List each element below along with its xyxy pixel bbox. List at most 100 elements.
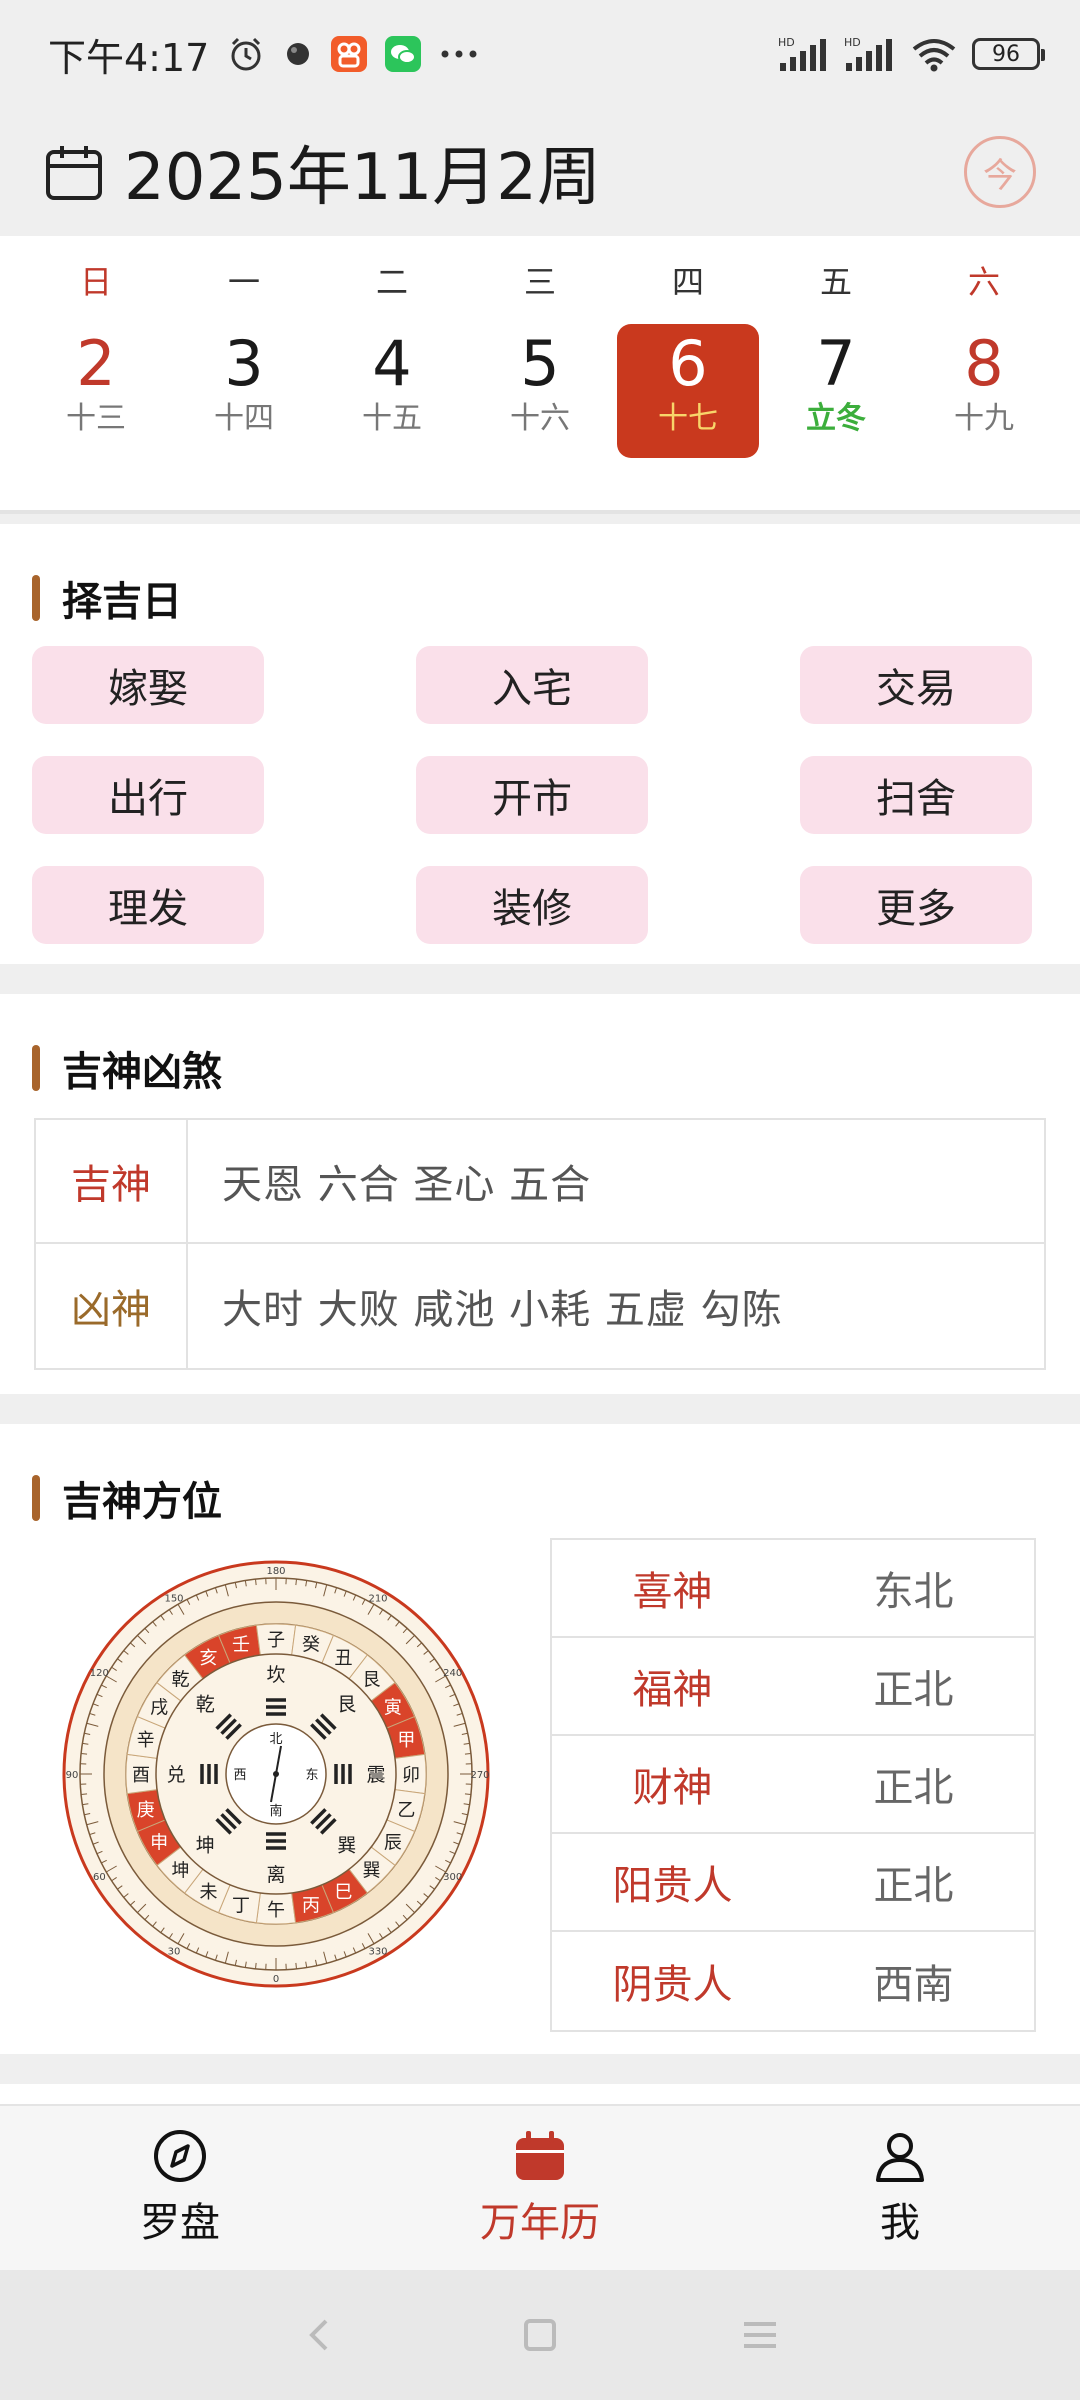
day-cell[interactable]: 2 十三 xyxy=(22,324,170,458)
signal-2-icon: HD xyxy=(844,35,896,73)
god-direction: 正北 xyxy=(873,1863,954,1909)
pick-button-renovation[interactable]: 装修 xyxy=(416,866,648,944)
page-title[interactable]: 2025年11月2周 xyxy=(124,126,601,218)
weekday-tue: 二 xyxy=(375,263,408,301)
compass-direction-label: 北 xyxy=(269,1732,282,1747)
compass-mountain-label: 乾 xyxy=(172,1670,190,1691)
compass-mountain-label: 丙 xyxy=(302,1895,320,1916)
compass-mountain-label: 戌 xyxy=(150,1698,168,1719)
weekday-wed: 三 xyxy=(523,263,556,301)
compass-icon: 0306090120150180210240270300330午丁未坤申庚酉辛戌… xyxy=(62,1560,490,1988)
compass-trigram-label: 艮 xyxy=(337,1693,356,1715)
compass-degree-label: 300 xyxy=(443,1872,462,1883)
compass-degree-label: 0 xyxy=(273,1974,279,1985)
day-cell[interactable]: 5 十六 xyxy=(466,324,614,458)
gods-section: 吉神凶煞 吉神 天恩 六合 圣心 五合 凶神 大时 大败 咸池 小耗 五虚 勾陈 xyxy=(0,994,1080,1394)
compass-mountain-label: 亥 xyxy=(200,1648,218,1669)
god-name: 阴贵人 xyxy=(612,1962,733,2008)
compass-mountain-label: 乙 xyxy=(397,1800,415,1821)
menu-icon[interactable] xyxy=(740,2315,780,2355)
pick-button-trade[interactable]: 交易 xyxy=(800,646,1032,724)
day-number: 6 xyxy=(668,327,708,400)
compass-mountain-label: 丑 xyxy=(335,1648,353,1669)
home-icon[interactable] xyxy=(520,2315,560,2355)
title-accent-bar xyxy=(32,575,40,621)
compass-degree-label: 210 xyxy=(368,1593,387,1604)
compass-degree-label: 270 xyxy=(470,1770,489,1781)
compass-tick xyxy=(295,1962,297,1969)
pick-button-more[interactable]: 更多 xyxy=(800,866,1032,944)
day-cell-selected[interactable]: 6 十七 xyxy=(617,324,759,458)
compass-trigram-label: 坤 xyxy=(196,1835,215,1857)
direction-body: 0 30 60 90 120 150 180 210 240 270 300 330 午丁未坤申庚酉辛戌… xyxy=(0,1538,1080,2032)
weekday-header: 日 一 二 三 四 五 六 xyxy=(0,236,1080,324)
day-number: 2 xyxy=(76,327,116,400)
compass-mountain-label: 寅 xyxy=(384,1698,402,1719)
inauspicious-gods-label: 凶神 xyxy=(36,1244,188,1368)
pick-button-open-business[interactable]: 开市 xyxy=(416,756,648,834)
compass-tick xyxy=(464,1753,471,1755)
table-row: 凶神 大时 大败 咸池 小耗 五虚 勾陈 xyxy=(36,1244,1044,1368)
bottom-nav: 罗盘 万年历 我 xyxy=(0,2104,1080,2270)
section-header: 吉神凶煞 xyxy=(0,994,1080,1108)
section-title: 吉神凶煞 xyxy=(62,1049,222,1095)
compass-mountain-label: 未 xyxy=(200,1882,218,1903)
status-time: 下午4:17 xyxy=(48,35,210,80)
day-cell[interactable]: 4 十五 xyxy=(318,324,466,458)
compass-mountain-label: 巳 xyxy=(335,1882,353,1903)
dot-icon xyxy=(283,39,313,69)
app-notification-icon xyxy=(331,36,368,72)
signal-1-icon: HD xyxy=(778,35,830,73)
weekday-fri: 五 xyxy=(819,263,852,301)
table-row: 阳贵人 正北 xyxy=(552,1834,1034,1932)
header: 2025年11月2周 今 xyxy=(0,108,1080,236)
day-lunar: 十九 xyxy=(954,401,1014,436)
compass-degree-label: 150 xyxy=(164,1593,183,1604)
nav-label: 罗盘 xyxy=(140,2200,220,2246)
day-cell[interactable]: 3 十四 xyxy=(170,324,318,458)
today-button[interactable]: 今 xyxy=(964,136,1036,208)
compass-tick xyxy=(255,1962,257,1969)
day-row: 2 十三 3 十四 4 十五 5 十六 6 十七 7 立冬 8 十九 xyxy=(0,324,1080,458)
compass-mountain-label: 庚 xyxy=(137,1800,155,1821)
compass-tick xyxy=(464,1793,471,1795)
compass-mountain-label: 申 xyxy=(150,1833,168,1854)
day-number: 3 xyxy=(224,327,264,400)
compass-nav-icon xyxy=(154,2130,206,2182)
pick-button-haircut[interactable]: 理发 xyxy=(32,866,264,944)
weekday-mon: 一 xyxy=(227,263,260,301)
wifi-icon xyxy=(910,35,958,73)
compass-mountain-label: 辛 xyxy=(137,1730,155,1751)
compass-mountain-label: 午 xyxy=(267,1900,285,1921)
compass-direction-label: 东 xyxy=(305,1768,318,1783)
day-solar-term: 立冬 xyxy=(806,401,866,436)
weekday-sun: 日 xyxy=(79,263,112,301)
compass-mountain-label: 巽 xyxy=(362,1860,380,1881)
day-cell[interactable]: 7 立冬 xyxy=(762,324,910,458)
day-number: 7 xyxy=(816,327,856,400)
auspicious-gods-label: 吉神 xyxy=(36,1120,188,1242)
nav-compass[interactable]: 罗盘 xyxy=(0,2106,360,2270)
direction-section: 吉神方位 0 30 60 90 120 150 180 210 240 270 300 330 午丁未坤… xyxy=(0,1424,1080,2054)
day-cell[interactable]: 8 十九 xyxy=(910,324,1058,458)
inauspicious-gods-values: 大时 大败 咸池 小耗 五虚 勾陈 xyxy=(222,1287,783,1333)
nav-me[interactable]: 我 xyxy=(720,2106,1080,2270)
compass-mountain-label: 癸 xyxy=(302,1635,320,1656)
compass-degree-label: 90 xyxy=(66,1770,79,1781)
compass-tick xyxy=(81,1793,88,1795)
compass-mountain-label: 卯 xyxy=(402,1765,420,1786)
compass-trigram-label: 离 xyxy=(266,1864,285,1886)
pick-button-cleaning[interactable]: 扫舍 xyxy=(800,756,1032,834)
compass-degree-label: 240 xyxy=(443,1668,462,1679)
table-row: 阴贵人 西南 xyxy=(552,1932,1034,2030)
god-direction: 正北 xyxy=(873,1667,954,1713)
back-icon[interactable] xyxy=(300,2315,340,2355)
pick-button-marriage[interactable]: 嫁娶 xyxy=(32,646,264,724)
god-name: 财神 xyxy=(632,1765,713,1811)
nav-calendar[interactable]: 万年历 xyxy=(360,2106,720,2270)
compass[interactable]: 0 30 60 90 120 150 180 210 240 270 300 330 午丁未坤申庚酉辛戌… xyxy=(60,1558,492,1998)
day-lunar: 十五 xyxy=(362,401,422,436)
pick-button-travel[interactable]: 出行 xyxy=(32,756,264,834)
calendar-icon[interactable] xyxy=(44,142,104,202)
pick-button-move-in[interactable]: 入宅 xyxy=(416,646,648,724)
